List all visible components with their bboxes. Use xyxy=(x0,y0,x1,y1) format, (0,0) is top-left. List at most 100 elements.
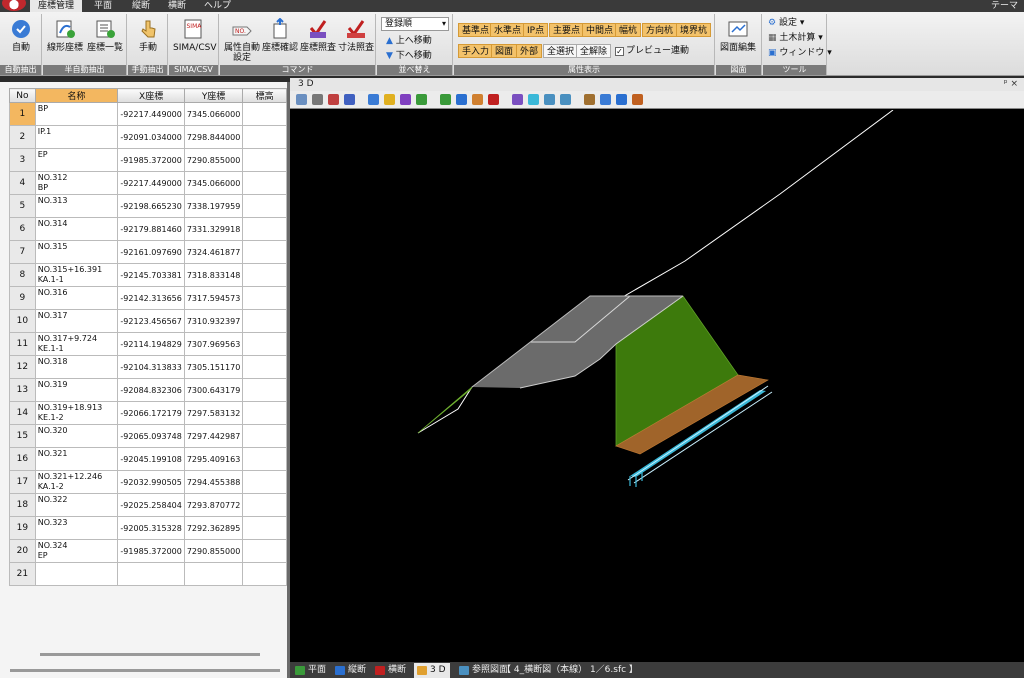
row-elevation[interactable] xyxy=(242,401,287,425)
attr-drawing[interactable]: 図面 xyxy=(491,44,518,58)
row-no[interactable]: 8 xyxy=(9,263,36,287)
table-row[interactable]: 3 EP -91985.372000 7290.855000 xyxy=(9,148,287,172)
preview-link-checkbox[interactable]: ✓ プレビュー連動 xyxy=(612,44,692,58)
select-all-button[interactable]: 全選択 xyxy=(543,44,579,58)
row-elevation[interactable] xyxy=(242,217,287,241)
row-name[interactable]: NO.322 xyxy=(34,493,119,517)
cube-icon[interactable] xyxy=(544,94,555,105)
coord-check-button[interactable]: 座標確認 xyxy=(260,16,300,62)
row-y[interactable]: 7307.969563 xyxy=(183,332,244,356)
row-elevation[interactable] xyxy=(242,355,287,379)
row-x[interactable]: -92198.665230 xyxy=(117,194,185,218)
row-y[interactable]: 7297.442987 xyxy=(183,424,244,448)
surface-icon[interactable] xyxy=(528,94,539,105)
row-y[interactable]: 7324.461877 xyxy=(183,240,244,264)
row-y[interactable] xyxy=(183,562,244,586)
view-3d-canvas[interactable] xyxy=(290,110,1024,662)
row-y[interactable]: 7295.409163 xyxy=(183,447,244,471)
attr-manual-input[interactable]: 手入力 xyxy=(458,44,494,58)
row-no[interactable]: 6 xyxy=(9,217,36,241)
row-no[interactable]: 1 xyxy=(9,102,36,126)
table-row[interactable]: 11 NO.317+9.724 KE.1-1 -92114.194829 7307.96… xyxy=(9,332,287,356)
table-row[interactable]: 14 NO.319+18.913 KE.1-2 -92066.172179 7297.5… xyxy=(9,401,287,425)
app-logo-icon[interactable] xyxy=(2,0,26,11)
row-elevation[interactable] xyxy=(242,286,287,310)
row-no[interactable]: 10 xyxy=(9,309,36,333)
view-pin-close-controls[interactable]: ᵖ × xyxy=(1004,78,1018,91)
menu-tab-coord[interactable]: 座標管理 xyxy=(30,0,83,12)
move-up-button[interactable]: ▲ 上へ移動 xyxy=(383,34,435,48)
row-y[interactable]: 7290.855000 xyxy=(183,148,244,172)
row-name[interactable]: NO.324 EP xyxy=(34,539,119,563)
row-y[interactable]: 7345.066000 xyxy=(183,102,244,126)
attr-level-point[interactable]: 水準点 xyxy=(490,23,526,37)
row-elevation[interactable] xyxy=(242,470,287,494)
row-no[interactable]: 21 xyxy=(9,562,36,586)
row-no[interactable]: 17 xyxy=(9,470,36,494)
row-elevation[interactable] xyxy=(242,263,287,287)
select-icon[interactable] xyxy=(456,94,467,105)
zoom-out-icon[interactable] xyxy=(344,94,355,105)
row-y[interactable]: 7292.362895 xyxy=(183,516,244,540)
row-x[interactable]: -92005.315328 xyxy=(117,516,185,540)
row-no[interactable]: 3 xyxy=(9,148,36,172)
row-elevation[interactable] xyxy=(242,539,287,563)
row-name[interactable]: NO.321 xyxy=(34,447,119,471)
tab-3d[interactable]: 3 D xyxy=(414,663,450,678)
coord-list-button[interactable]: 座標一覧 xyxy=(85,16,125,62)
row-name[interactable]: NO.320 xyxy=(34,424,119,448)
row-no[interactable]: 2 xyxy=(9,125,36,149)
row-no[interactable]: 5 xyxy=(9,194,36,218)
color-icon[interactable] xyxy=(488,94,499,105)
zoom-in-icon[interactable] xyxy=(328,94,339,105)
attr-mid-point[interactable]: 中間点 xyxy=(582,23,618,37)
light-icon[interactable] xyxy=(384,94,395,105)
view-fit-icon[interactable] xyxy=(296,94,307,105)
row-x[interactable]: -92084.832306 xyxy=(117,378,185,402)
alignment-coord-button[interactable]: 線形座標 xyxy=(45,16,85,62)
row-y[interactable]: 7338.197959 xyxy=(183,194,244,218)
row-y[interactable]: 7345.066000 xyxy=(183,171,244,195)
row-name[interactable]: NO.323 xyxy=(34,516,119,540)
row-elevation[interactable] xyxy=(242,378,287,402)
row-y[interactable]: 7298.844000 xyxy=(183,125,244,149)
row-y[interactable]: 7297.583132 xyxy=(183,401,244,425)
row-name[interactable]: NO.315 xyxy=(34,240,119,264)
zoom-window-icon[interactable] xyxy=(368,94,379,105)
tab-file[interactable]: 【 4_横断図（本線） 1／6.sfc 】 xyxy=(498,663,642,678)
row-elevation[interactable] xyxy=(242,493,287,517)
table-row[interactable]: 12 NO.318 -92104.313833 7305.151170 xyxy=(9,355,287,379)
row-y[interactable]: 7317.594573 xyxy=(183,286,244,310)
settings-button[interactable]: ⚙ 設定 ▾ xyxy=(765,16,807,30)
row-no[interactable]: 18 xyxy=(9,493,36,517)
row-elevation[interactable] xyxy=(242,125,287,149)
row-x[interactable]: -92025.258404 xyxy=(117,493,185,517)
row-no[interactable]: 13 xyxy=(9,378,36,402)
row-name[interactable]: NO.319 xyxy=(34,378,119,402)
sort-order-select[interactable]: 登録順 ▾ xyxy=(381,17,449,31)
attr-direction-stake[interactable]: 方向杭 xyxy=(642,23,678,37)
dimension-verify-button[interactable]: 寸法照査 xyxy=(336,16,376,62)
axis-icon[interactable] xyxy=(416,94,427,105)
table-row[interactable]: 20 NO.324 EP -91985.372000 7290.855000 xyxy=(9,539,287,563)
grid-icon[interactable] xyxy=(440,94,451,105)
header-x[interactable]: X座標 xyxy=(117,88,185,103)
attr-width-stake[interactable]: 幅杭 xyxy=(615,23,642,37)
table-row[interactable]: 19 NO.323 -92005.315328 7292.362895 xyxy=(9,516,287,540)
table-row[interactable]: 9 NO.316 -92142.313656 7317.594573 xyxy=(9,286,287,310)
rotate-icon[interactable] xyxy=(616,94,627,105)
header-elevation[interactable]: 標高 xyxy=(242,88,287,103)
menu-tab-plan[interactable]: 平面 xyxy=(86,0,120,12)
row-no[interactable]: 9 xyxy=(9,286,36,310)
table-row[interactable]: 6 NO.314 -92179.881460 7331.329918 xyxy=(9,217,287,241)
attr-main-point[interactable]: 主要点 xyxy=(549,23,585,37)
row-y[interactable]: 7331.329918 xyxy=(183,217,244,241)
table-row[interactable]: 7 NO.315 -92161.097690 7324.461877 xyxy=(9,240,287,264)
row-y[interactable]: 7318.833148 xyxy=(183,263,244,287)
row-x[interactable]: -92065.093748 xyxy=(117,424,185,448)
auto-attr-button[interactable]: NO. 属性自動設定 xyxy=(222,16,262,63)
row-x[interactable]: -92045.199108 xyxy=(117,447,185,471)
row-x[interactable]: -92142.313656 xyxy=(117,286,185,310)
row-x[interactable]: -92217.449000 xyxy=(117,171,185,195)
export-icon[interactable] xyxy=(632,94,643,105)
